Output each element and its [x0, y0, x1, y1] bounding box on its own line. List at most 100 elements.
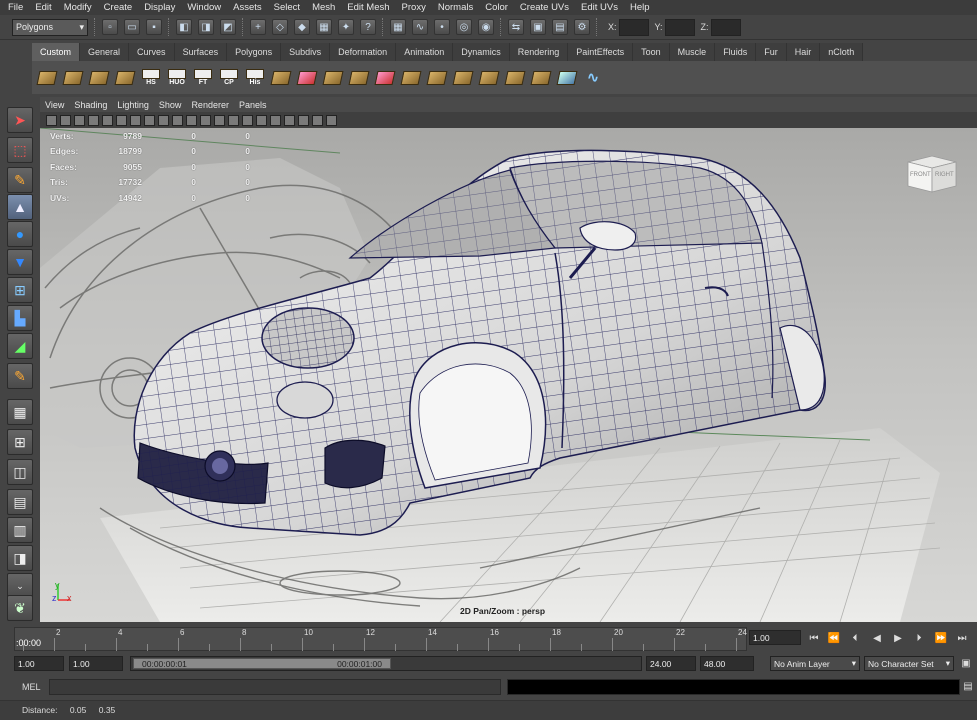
shelf-tab-general[interactable]: General	[80, 43, 130, 61]
mask-uv-icon[interactable]: ▦	[316, 19, 332, 35]
offset-edge-loop-icon[interactable]	[452, 66, 474, 90]
play-forward-icon[interactable]: ▶	[890, 632, 906, 645]
scale-tool-icon[interactable]: ▼	[7, 249, 33, 275]
end-time-field[interactable]: 48.00	[700, 656, 754, 671]
menu-normals[interactable]: Normals	[438, 2, 473, 13]
shelf-tab-fluids[interactable]: Fluids	[715, 43, 757, 61]
range-slider-bar[interactable]: 00:00:00:01 00:00:01:00	[133, 658, 391, 669]
menu-set-select[interactable]: Polygons ▾	[12, 18, 88, 36]
save-scene-icon[interactable]: ▪	[146, 19, 162, 35]
wireframe-icon[interactable]	[214, 114, 225, 126]
shelf-tab-polygons[interactable]: Polygons	[227, 43, 282, 61]
bookmarks-icon[interactable]	[74, 114, 85, 126]
render-icon[interactable]: ▣	[530, 19, 546, 35]
image-plane-icon[interactable]	[88, 114, 99, 126]
layout-graph-icon[interactable]: ◨	[7, 545, 33, 571]
menu-display[interactable]: Display	[144, 2, 175, 13]
y-field[interactable]	[664, 18, 695, 36]
shelf-huo-button[interactable]: HUO	[166, 66, 188, 90]
bevel-icon[interactable]	[478, 66, 500, 90]
step-back-frame-icon[interactable]: ⏴	[847, 632, 863, 645]
poly-plane-icon[interactable]	[36, 66, 58, 90]
film-gate-icon[interactable]	[130, 114, 141, 126]
shelf-tab-deformation[interactable]: Deformation	[330, 43, 397, 61]
select-hierarchy-icon[interactable]: ◧	[176, 19, 192, 35]
step-back-key-icon[interactable]: ⏪	[826, 632, 842, 645]
field-chart-icon[interactable]	[172, 114, 183, 126]
menu-edit[interactable]: Edit	[35, 2, 51, 13]
bridge-icon[interactable]	[348, 66, 370, 90]
panel-menu-view[interactable]: View	[45, 100, 64, 110]
shelf-tab-custom[interactable]: Custom	[32, 43, 81, 61]
use-lights-icon[interactable]	[256, 114, 267, 126]
menu-create-uvs[interactable]: Create UVs	[520, 2, 569, 13]
menu-select[interactable]: Select	[274, 2, 300, 13]
xray-icon[interactable]	[312, 114, 323, 126]
rotate-tool-icon[interactable]: ●	[7, 221, 33, 247]
select-camera-icon[interactable]	[46, 114, 57, 126]
x-field[interactable]	[618, 18, 649, 36]
command-input[interactable]	[49, 679, 501, 695]
snap-plane-icon[interactable]: ◎	[456, 19, 472, 35]
two-d-pan-icon[interactable]	[102, 114, 113, 126]
make-live-icon[interactable]: ◉	[478, 19, 494, 35]
playback-start-field[interactable]: 1.00	[69, 656, 123, 671]
select-component-icon[interactable]: ◩	[220, 19, 236, 35]
perspective-viewport[interactable]: Verts: 9789 0 0 Edges: 18799 0 0 Faces: 9055 0 0 Tri…	[40, 128, 977, 622]
layout-outliner-icon[interactable]: ▤	[7, 489, 33, 515]
shelf-cp-button[interactable]: CP	[218, 66, 240, 90]
poly-separate-icon[interactable]	[296, 66, 318, 90]
lasso-tool-icon[interactable]: ⬚	[7, 137, 33, 163]
render-settings-icon[interactable]: ⚙	[574, 19, 590, 35]
shadows-icon[interactable]	[270, 114, 281, 126]
shelf-tab-curves[interactable]: Curves	[129, 43, 175, 61]
shelf-tab-rendering[interactable]: Rendering	[509, 43, 569, 61]
shelf-tab-ncloth[interactable]: nCloth	[820, 43, 864, 61]
time-slider[interactable]: 2 4 6 8 10 12 14 16 18 20 22 24	[14, 627, 747, 651]
panel-menu-panels[interactable]: Panels	[239, 100, 267, 110]
step-forward-key-icon[interactable]: ⏩	[933, 632, 949, 645]
layout-persp-graph-icon[interactable]: ◫	[7, 459, 33, 485]
shelf-tab-animation[interactable]: Animation	[396, 43, 454, 61]
show-manip-icon[interactable]: ◢	[7, 333, 33, 359]
open-scene-icon[interactable]: ▭	[124, 19, 140, 35]
layout-four-icon[interactable]: ⊞	[7, 429, 33, 455]
character-set-select[interactable]: No Character Set ▾	[864, 656, 954, 671]
snap-curve-icon[interactable]: ∿	[412, 19, 428, 35]
ipr-render-icon[interactable]: ▤	[552, 19, 568, 35]
menu-mesh[interactable]: Mesh	[312, 2, 335, 13]
panel-menu-shading[interactable]: Shading	[74, 100, 107, 110]
shelf-his-button[interactable]: His	[244, 66, 266, 90]
poly-combine-icon[interactable]	[270, 66, 292, 90]
menu-proxy[interactable]: Proxy	[402, 2, 426, 13]
high-quality-icon[interactable]	[284, 114, 295, 126]
smooth-shade-icon[interactable]	[228, 114, 239, 126]
isolate-select-icon[interactable]	[298, 114, 309, 126]
mask-vertex-icon[interactable]: +	[250, 19, 266, 35]
menu-file[interactable]: File	[8, 2, 23, 13]
menu-window[interactable]: Window	[187, 2, 221, 13]
curve-tool-icon[interactable]: ∿	[582, 66, 604, 90]
append-polygon-icon[interactable]	[374, 66, 396, 90]
layout-single-icon[interactable]: ▦	[7, 399, 33, 425]
insert-edge-loop-icon[interactable]	[426, 66, 448, 90]
shelf-tab-fur[interactable]: Fur	[756, 43, 787, 61]
split-polygon-icon[interactable]	[400, 66, 422, 90]
view-cube[interactable]: FRONT RIGHT	[904, 148, 960, 194]
grid-icon[interactable]	[116, 114, 127, 126]
start-time-field[interactable]: 1.00	[14, 656, 64, 671]
gate-mask-icon[interactable]	[158, 114, 169, 126]
current-frame-field[interactable]: 1.00	[749, 630, 801, 645]
shelf-tab-hair[interactable]: Hair	[786, 43, 821, 61]
select-tool-icon[interactable]: ➤	[7, 107, 33, 133]
shelf-ft-button[interactable]: FT	[192, 66, 214, 90]
extrude-icon[interactable]	[322, 66, 344, 90]
shelf-tab-dynamics[interactable]: Dynamics	[453, 43, 510, 61]
paint-select-icon[interactable]: ✎	[7, 167, 33, 193]
select-object-icon[interactable]: ◨	[198, 19, 214, 35]
z-field[interactable]	[710, 18, 741, 36]
menu-assets[interactable]: Assets	[233, 2, 262, 13]
anim-layer-select[interactable]: No Anim Layer ▾	[770, 656, 860, 671]
step-forward-frame-icon[interactable]: ⏵	[911, 632, 927, 645]
new-scene-icon[interactable]: ▫	[102, 19, 118, 35]
